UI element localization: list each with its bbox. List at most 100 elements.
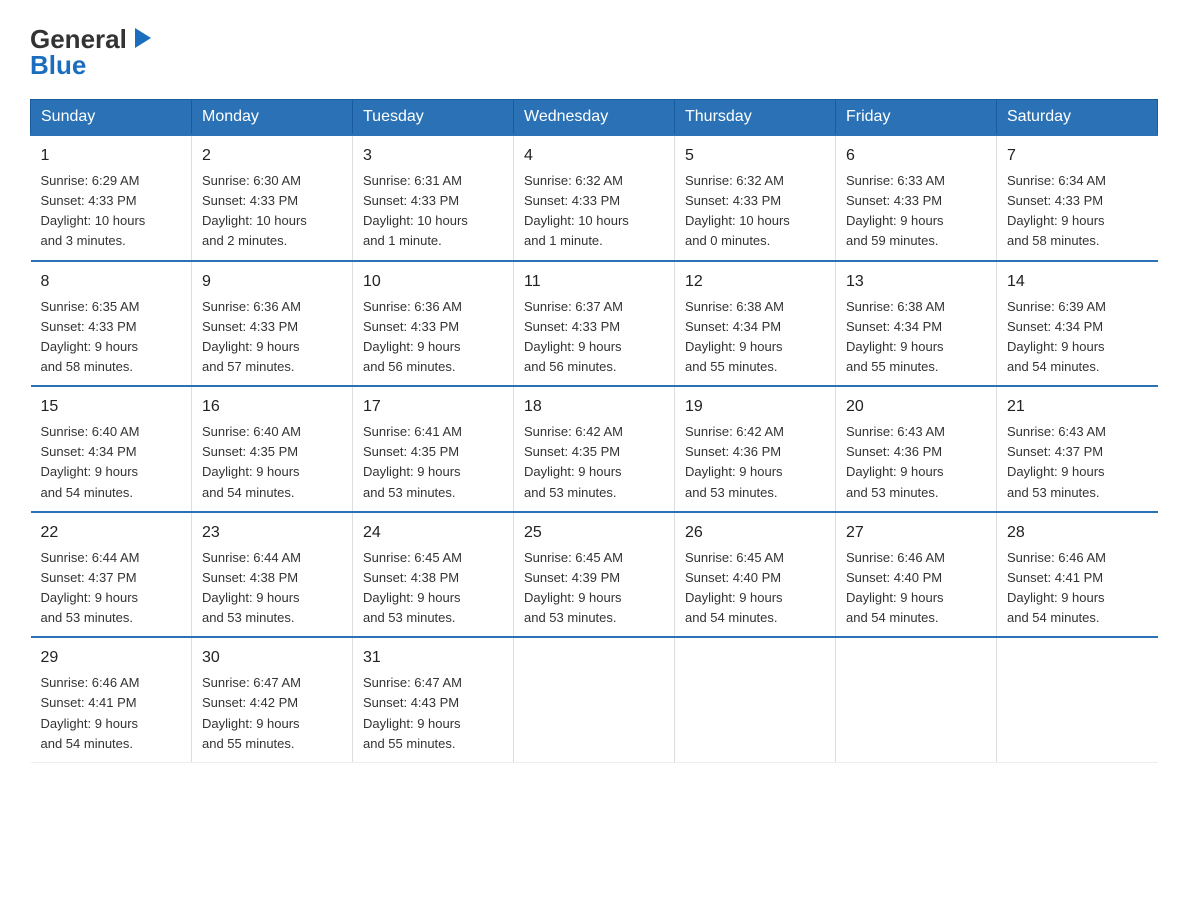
day-number: 12 (685, 270, 825, 294)
calendar-cell: 28 Sunrise: 6:46 AM Sunset: 4:41 PM Dayli… (997, 512, 1158, 638)
calendar-cell: 31Sunrise: 6:47 AM Sunset: 4:43 PM Dayli… (353, 637, 514, 762)
day-number: 3 (363, 144, 503, 168)
day-info: Sunrise: 6:30 AM Sunset: 4:33 PM Dayligh… (202, 171, 342, 252)
day-info: Sunrise: 6:37 AM Sunset: 4:33 PM Dayligh… (524, 297, 664, 378)
day-number: 1 (41, 144, 182, 168)
calendar-cell: 13Sunrise: 6:38 AM Sunset: 4:34 PM Dayli… (836, 261, 997, 387)
day-info: Sunrise: 6:41 AM Sunset: 4:35 PM Dayligh… (363, 422, 503, 503)
calendar-header-row: SundayMondayTuesdayWednesdayThursdayFrid… (31, 100, 1158, 136)
calendar-cell: 4 Sunrise: 6:32 AM Sunset: 4:33 PM Daylig… (514, 135, 675, 261)
calendar-cell: 17Sunrise: 6:41 AM Sunset: 4:35 PM Dayli… (353, 386, 514, 512)
day-info: Sunrise: 6:32 AM Sunset: 4:33 PM Dayligh… (524, 171, 664, 252)
calendar-cell: 14 Sunrise: 6:39 AM Sunset: 4:34 PM Dayli… (997, 261, 1158, 387)
calendar-cell: 22 Sunrise: 6:44 AM Sunset: 4:37 PM Dayli… (31, 512, 192, 638)
day-number: 19 (685, 395, 825, 419)
header-wednesday: Wednesday (514, 100, 675, 136)
calendar-week-row: 29 Sunrise: 6:46 AM Sunset: 4:41 PM Dayli… (31, 637, 1158, 762)
day-info: Sunrise: 6:38 AM Sunset: 4:34 PM Dayligh… (685, 297, 825, 378)
day-info: Sunrise: 6:40 AM Sunset: 4:35 PM Dayligh… (202, 422, 342, 503)
day-number: 10 (363, 270, 503, 294)
calendar-cell (836, 637, 997, 762)
calendar-week-row: 1 Sunrise: 6:29 AM Sunset: 4:33 PM Daylig… (31, 135, 1158, 261)
calendar-cell: 10 Sunrise: 6:36 AM Sunset: 4:33 PM Dayli… (353, 261, 514, 387)
calendar-cell (514, 637, 675, 762)
day-info: Sunrise: 6:39 AM Sunset: 4:34 PM Dayligh… (1007, 297, 1148, 378)
calendar-cell: 19 Sunrise: 6:42 AM Sunset: 4:36 PM Dayli… (675, 386, 836, 512)
day-info: Sunrise: 6:46 AM Sunset: 4:41 PM Dayligh… (41, 673, 182, 754)
logo: General Blue (30, 20, 157, 81)
day-number: 30 (202, 646, 342, 670)
day-info: Sunrise: 6:36 AM Sunset: 4:33 PM Dayligh… (363, 297, 503, 378)
day-info: Sunrise: 6:47 AM Sunset: 4:42 PM Dayligh… (202, 673, 342, 754)
calendar-cell: 12 Sunrise: 6:38 AM Sunset: 4:34 PM Dayli… (675, 261, 836, 387)
day-number: 14 (1007, 270, 1148, 294)
header-thursday: Thursday (675, 100, 836, 136)
day-number: 9 (202, 270, 342, 294)
day-number: 25 (524, 521, 664, 545)
day-number: 5 (685, 144, 825, 168)
header-sunday: Sunday (31, 100, 192, 136)
day-number: 15 (41, 395, 182, 419)
day-number: 22 (41, 521, 182, 545)
day-number: 23 (202, 521, 342, 545)
calendar-week-row: 22 Sunrise: 6:44 AM Sunset: 4:37 PM Dayli… (31, 512, 1158, 638)
day-info: Sunrise: 6:44 AM Sunset: 4:37 PM Dayligh… (41, 548, 182, 629)
day-number: 4 (524, 144, 664, 168)
day-number: 24 (363, 521, 503, 545)
day-info: Sunrise: 6:45 AM Sunset: 4:40 PM Dayligh… (685, 548, 825, 629)
calendar-cell: 3 Sunrise: 6:31 AM Sunset: 4:33 PM Daylig… (353, 135, 514, 261)
page-header: General Blue (30, 20, 1158, 81)
day-number: 28 (1007, 521, 1148, 545)
day-info: Sunrise: 6:40 AM Sunset: 4:34 PM Dayligh… (41, 422, 182, 503)
day-number: 7 (1007, 144, 1148, 168)
day-info: Sunrise: 6:46 AM Sunset: 4:41 PM Dayligh… (1007, 548, 1148, 629)
calendar-cell: 18 Sunrise: 6:42 AM Sunset: 4:35 PM Dayli… (514, 386, 675, 512)
day-info: Sunrise: 6:42 AM Sunset: 4:35 PM Dayligh… (524, 422, 664, 503)
calendar-cell: 16 Sunrise: 6:40 AM Sunset: 4:35 PM Dayli… (192, 386, 353, 512)
day-number: 16 (202, 395, 342, 419)
calendar-cell: 27 Sunrise: 6:46 AM Sunset: 4:40 PM Dayli… (836, 512, 997, 638)
logo-general-text: General (30, 26, 127, 52)
day-info: Sunrise: 6:32 AM Sunset: 4:33 PM Dayligh… (685, 171, 825, 252)
calendar-cell: 8 Sunrise: 6:35 AM Sunset: 4:33 PM Daylig… (31, 261, 192, 387)
calendar-cell (675, 637, 836, 762)
logo-arrow-icon (129, 24, 157, 52)
day-info: Sunrise: 6:45 AM Sunset: 4:39 PM Dayligh… (524, 548, 664, 629)
day-info: Sunrise: 6:43 AM Sunset: 4:37 PM Dayligh… (1007, 422, 1148, 503)
calendar-week-row: 8 Sunrise: 6:35 AM Sunset: 4:33 PM Daylig… (31, 261, 1158, 387)
day-number: 20 (846, 395, 986, 419)
day-info: Sunrise: 6:33 AM Sunset: 4:33 PM Dayligh… (846, 171, 986, 252)
day-info: Sunrise: 6:42 AM Sunset: 4:36 PM Dayligh… (685, 422, 825, 503)
header-saturday: Saturday (997, 100, 1158, 136)
calendar-cell: 5 Sunrise: 6:32 AM Sunset: 4:33 PM Daylig… (675, 135, 836, 261)
calendar-cell: 7 Sunrise: 6:34 AM Sunset: 4:33 PM Daylig… (997, 135, 1158, 261)
day-info: Sunrise: 6:43 AM Sunset: 4:36 PM Dayligh… (846, 422, 986, 503)
day-info: Sunrise: 6:35 AM Sunset: 4:33 PM Dayligh… (41, 297, 182, 378)
day-number: 29 (41, 646, 182, 670)
calendar-cell: 1 Sunrise: 6:29 AM Sunset: 4:33 PM Daylig… (31, 135, 192, 261)
day-number: 26 (685, 521, 825, 545)
logo-blue-text: Blue (30, 50, 86, 81)
day-info: Sunrise: 6:34 AM Sunset: 4:33 PM Dayligh… (1007, 171, 1148, 252)
day-info: Sunrise: 6:29 AM Sunset: 4:33 PM Dayligh… (41, 171, 182, 252)
day-info: Sunrise: 6:36 AM Sunset: 4:33 PM Dayligh… (202, 297, 342, 378)
day-number: 11 (524, 270, 664, 294)
header-tuesday: Tuesday (353, 100, 514, 136)
day-info: Sunrise: 6:46 AM Sunset: 4:40 PM Dayligh… (846, 548, 986, 629)
header-friday: Friday (836, 100, 997, 136)
calendar-cell: 9 Sunrise: 6:36 AM Sunset: 4:33 PM Daylig… (192, 261, 353, 387)
day-info: Sunrise: 6:47 AM Sunset: 4:43 PM Dayligh… (363, 673, 503, 754)
day-info: Sunrise: 6:45 AM Sunset: 4:38 PM Dayligh… (363, 548, 503, 629)
day-number: 8 (41, 270, 182, 294)
day-info: Sunrise: 6:31 AM Sunset: 4:33 PM Dayligh… (363, 171, 503, 252)
calendar-week-row: 15 Sunrise: 6:40 AM Sunset: 4:34 PM Dayli… (31, 386, 1158, 512)
day-number: 6 (846, 144, 986, 168)
day-number: 27 (846, 521, 986, 545)
calendar-cell: 23Sunrise: 6:44 AM Sunset: 4:38 PM Dayli… (192, 512, 353, 638)
day-number: 2 (202, 144, 342, 168)
calendar-cell: 21 Sunrise: 6:43 AM Sunset: 4:37 PM Dayli… (997, 386, 1158, 512)
day-number: 18 (524, 395, 664, 419)
day-number: 21 (1007, 395, 1148, 419)
calendar-cell: 29 Sunrise: 6:46 AM Sunset: 4:41 PM Dayli… (31, 637, 192, 762)
calendar-cell: 15 Sunrise: 6:40 AM Sunset: 4:34 PM Dayli… (31, 386, 192, 512)
